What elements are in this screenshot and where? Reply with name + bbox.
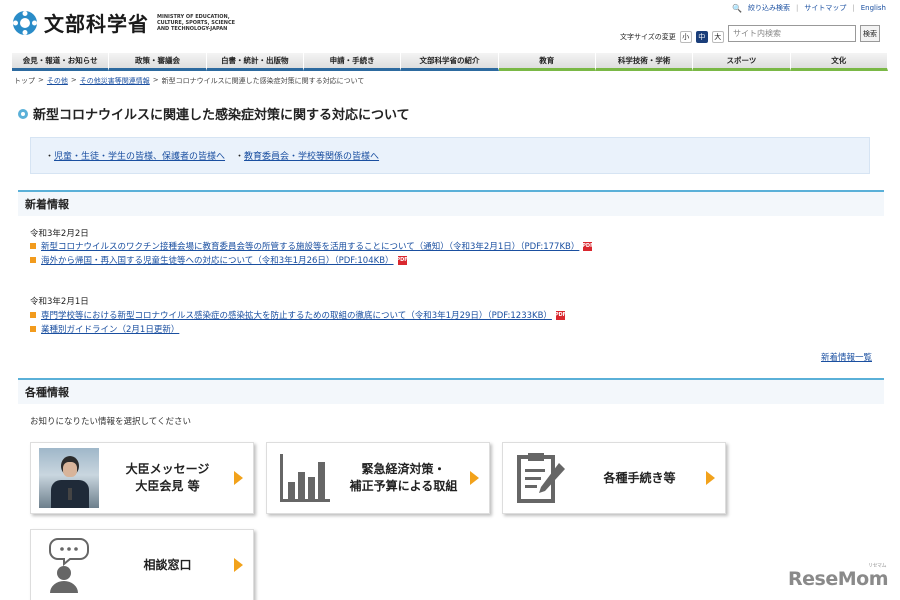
news-item: 海外から帰国・再入国する児童生徒等への対応について（令和3年1月26日）（PDF… bbox=[30, 254, 408, 266]
breadcrumb-disaster-info[interactable]: その他災害等関連情報 bbox=[80, 76, 150, 86]
nav-application[interactable]: 申請・手続き bbox=[303, 53, 402, 71]
site-search-input[interactable]: サイト内検索 bbox=[728, 25, 856, 42]
nav-whitepaper[interactable]: 白書・統計・出版物 bbox=[206, 53, 304, 71]
nav-about[interactable]: 文部科学省の紹介 bbox=[401, 53, 499, 71]
news-link[interactable]: 専門学校等における新型コロナウイルス感染症の感染拡大を防止するための取組の徹底に… bbox=[41, 309, 552, 321]
news-list-link[interactable]: 新着情報一覧 bbox=[821, 351, 872, 363]
audience-links: ・児童・生徒・学生の皆様、保護者の皆様へ ・教育委員会・学校等関係の皆様へ bbox=[30, 137, 870, 174]
news-link[interactable]: 業種別ガイドライン（2月1日更新） bbox=[41, 323, 179, 335]
global-nav: 会見・報道・お知らせ 政策・審議会 白書・統計・出版物 申請・手続き 文部科学省… bbox=[12, 53, 888, 71]
sitemap-link[interactable]: サイトマップ bbox=[804, 3, 846, 13]
separator: | bbox=[796, 4, 799, 12]
dot-icon: ・ bbox=[45, 152, 55, 162]
card-label: 大臣メッセージ 大臣会見 等 bbox=[125, 462, 210, 493]
info-heading: 各種情報 bbox=[18, 378, 884, 404]
nav-education[interactable]: 教育 bbox=[498, 53, 596, 71]
arrow-right-icon bbox=[234, 558, 243, 572]
info-intro-text: お知りになりたい情報を選択してください bbox=[30, 417, 191, 427]
arrow-right-icon bbox=[234, 471, 243, 485]
card-minister-message[interactable]: 大臣メッセージ 大臣会見 等 bbox=[30, 442, 254, 514]
card-economic-measures[interactable]: 緊急経済対策・ 補正予算による取組 bbox=[266, 442, 490, 514]
breadcrumb-top[interactable]: トップ bbox=[14, 76, 35, 86]
breadcrumb-current: 新型コロナウイルスに関連した感染症対策に関する対応について bbox=[161, 77, 365, 85]
consultation-icon bbox=[37, 535, 101, 595]
font-size-small-button[interactable]: 小 bbox=[679, 31, 692, 43]
resemom-watermark: ReseMom リセマム bbox=[788, 563, 888, 590]
pdf-icon: PDF bbox=[554, 310, 567, 320]
filter-search-link[interactable]: 絞り込み検索 bbox=[748, 3, 790, 13]
separator: | bbox=[852, 4, 855, 12]
card-label: 緊急経済対策・ 補正予算による取組 bbox=[349, 462, 458, 493]
font-size-large-button[interactable]: 大 bbox=[711, 31, 724, 43]
watermark-subtext: リセマム bbox=[867, 563, 887, 569]
link-education-boards[interactable]: 教育委員会・学校等関係の皆様へ bbox=[244, 152, 379, 162]
news-date: 令和3年2月2日 bbox=[30, 229, 89, 239]
search-button[interactable]: 検索 bbox=[860, 25, 880, 42]
site-logo[interactable]: 文部科学省 MINISTRY OF EDUCATION, CULTURE, SP… bbox=[12, 8, 237, 37]
nav-sports[interactable]: スポーツ bbox=[693, 53, 791, 71]
news-date: 令和3年2月1日 bbox=[30, 297, 89, 307]
breadcrumb-separator: > bbox=[38, 76, 44, 84]
news-link[interactable]: 新型コロナウイルスのワクチン接種会場に教育委員会等の所管する施設等を活用すること… bbox=[41, 240, 579, 252]
card-label: 各種手続き等 bbox=[603, 470, 676, 485]
card-procedures[interactable]: 各種手続き等 bbox=[502, 442, 726, 514]
dot-icon: ・ bbox=[235, 152, 245, 162]
news-item: 新型コロナウイルスのワクチン接種会場に教育委員会等の所管する施設等を活用すること… bbox=[30, 240, 594, 252]
nav-culture[interactable]: 文化 bbox=[790, 53, 888, 71]
page-title: 新型コロナウイルスに関連した感染症対策に関する対応について bbox=[33, 108, 410, 123]
logo-text: 文部科学省 bbox=[44, 12, 149, 36]
arrow-right-icon bbox=[706, 471, 715, 485]
title-bullet-icon bbox=[18, 108, 28, 119]
news-item: 業種別ガイドライン（2月1日更新） bbox=[30, 323, 179, 335]
news-item: 専門学校等における新型コロナウイルス感染症の感染拡大を防止するための取組の徹底に… bbox=[30, 309, 567, 321]
news-link[interactable]: 海外から帰国・再入国する児童生徒等への対応について（令和3年1月26日）（PDF… bbox=[41, 254, 394, 266]
breadcrumb-other[interactable]: その他 bbox=[47, 76, 68, 86]
nav-science[interactable]: 科学技術・学術 bbox=[595, 53, 694, 71]
card-consultation[interactable]: 相談窓口 bbox=[30, 529, 254, 600]
logo-subtitle: MINISTRY OF EDUCATION, CULTURE, SPORTS, … bbox=[157, 13, 236, 32]
minister-photo bbox=[37, 448, 101, 508]
orange-bullet-icon bbox=[30, 326, 36, 332]
orange-bullet-icon bbox=[30, 243, 36, 249]
page-title-block: 新型コロナウイルスに関連した感染症対策に関する対応について bbox=[18, 104, 410, 123]
breadcrumb: トップ > その他 > その他災害等関連情報 > 新型コロナウイルスに関連した感… bbox=[14, 76, 364, 86]
link-students-parents[interactable]: 児童・生徒・学生の皆様、保護者の皆様へ bbox=[54, 152, 225, 162]
nav-press[interactable]: 会見・報道・お知らせ bbox=[12, 53, 110, 71]
breadcrumb-separator: > bbox=[152, 76, 159, 84]
utility-links: 🔍 絞り込み検索 | サイトマップ | English bbox=[732, 3, 886, 13]
orange-bullet-icon bbox=[30, 312, 36, 318]
watermark-text: ReseMom bbox=[788, 568, 888, 590]
card-label: 相談窓口 bbox=[143, 557, 192, 572]
font-size-label: 文字サイズの変更 bbox=[620, 33, 676, 41]
clipboard-icon bbox=[509, 448, 573, 508]
breadcrumb-separator: > bbox=[70, 76, 77, 84]
news-heading: 新着情報 bbox=[18, 190, 884, 216]
font-size-medium-button[interactable]: 中 bbox=[695, 31, 708, 43]
orange-bullet-icon bbox=[30, 257, 36, 263]
english-link[interactable]: English bbox=[861, 4, 886, 12]
arrow-right-icon bbox=[470, 471, 479, 485]
font-size-control: 文字サイズの変更 小 中 大 bbox=[620, 31, 724, 43]
pdf-icon: PDF bbox=[582, 241, 594, 251]
site-header: 文部科学省 MINISTRY OF EDUCATION, CULTURE, SP… bbox=[0, 0, 900, 50]
bar-chart-icon bbox=[273, 448, 337, 508]
pdf-icon: PDF bbox=[396, 255, 408, 265]
ministry-emblem-icon bbox=[12, 10, 38, 36]
nav-policy[interactable]: 政策・審議会 bbox=[109, 53, 207, 71]
filter-search-icon: 🔍 bbox=[732, 3, 742, 13]
